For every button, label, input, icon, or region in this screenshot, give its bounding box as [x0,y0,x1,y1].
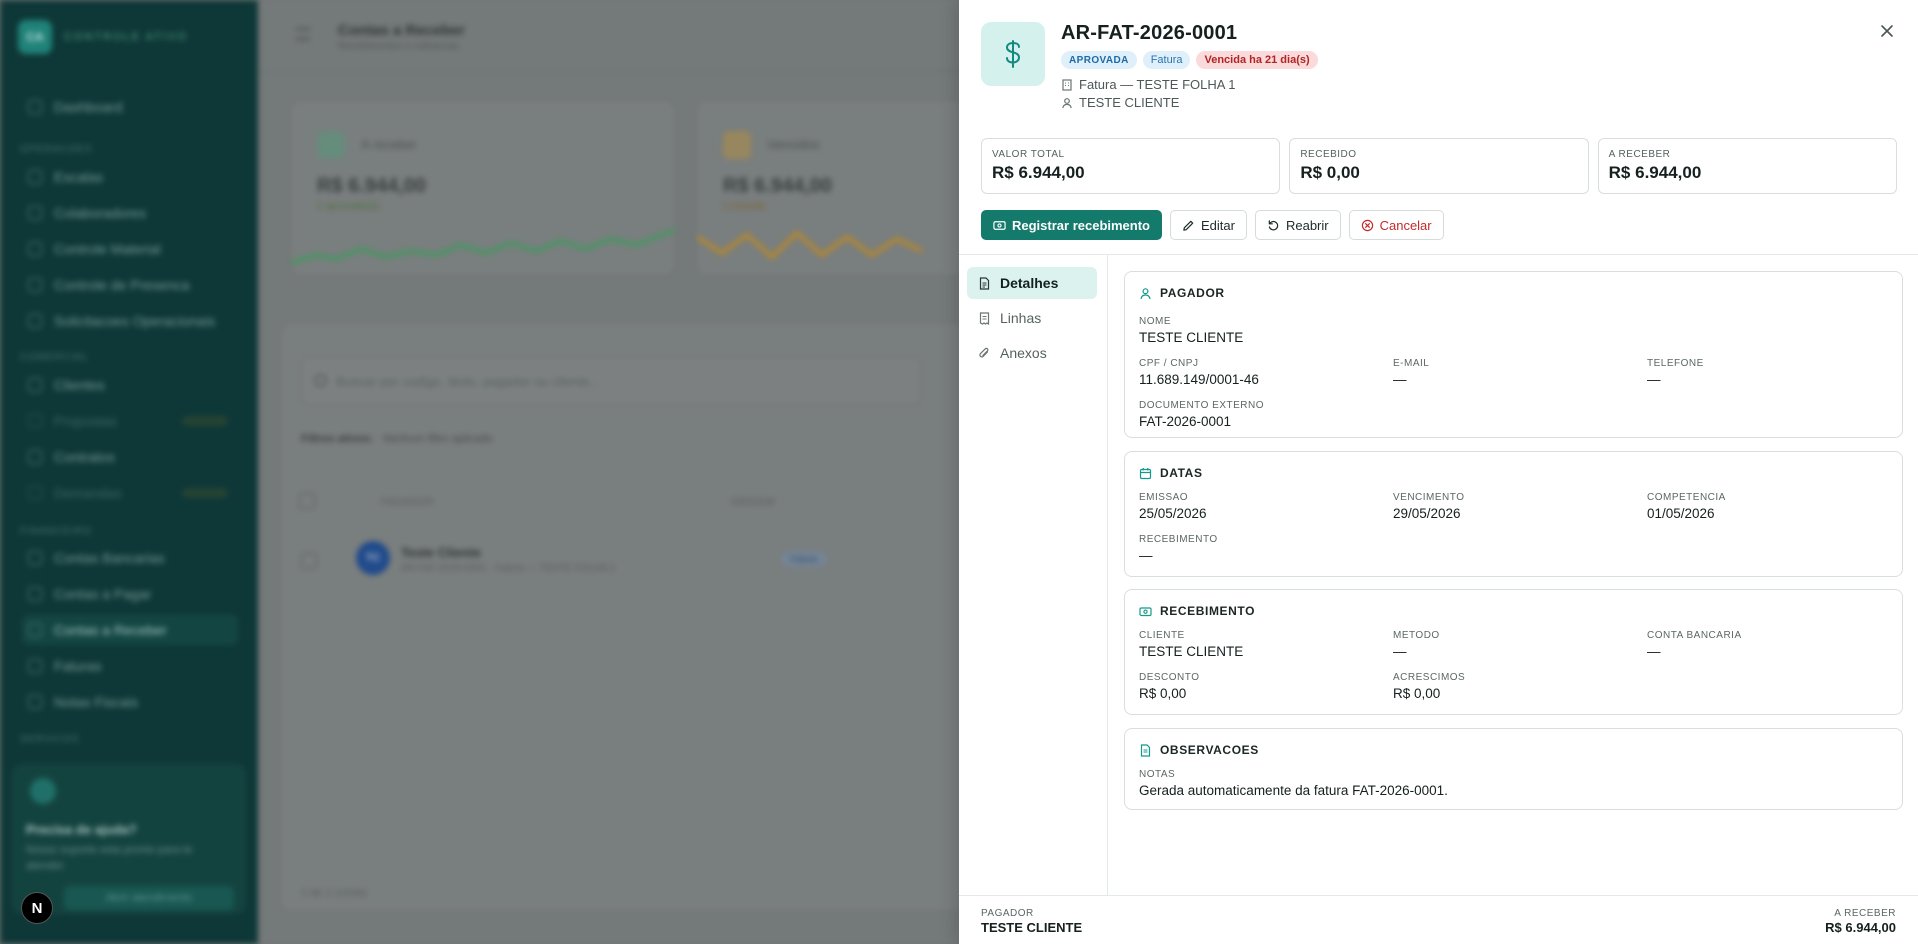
stat-total: VALOR TOTAL R$ 6.944,00 [981,138,1281,194]
calendar-icon [1139,467,1152,479]
section-title: PAGADOR [1139,286,1225,300]
source-line: Fatura — TESTE FOLHA 1 [1061,77,1236,92]
client-line: TESTE CLIENTE [1061,95,1179,110]
section-recebimento: RECEBIMENTO CLIENTE TESTE CLIENTE METODO… [1124,589,1903,715]
x-circle-icon [1361,219,1373,231]
receipt-icon [979,311,990,325]
tab-linhas[interactable]: Linhas [967,302,1097,334]
rotate-ccw-icon [1268,219,1279,230]
pencil-icon [1183,220,1194,231]
building-icon [1062,78,1072,91]
field-cliente: CLIENTE TESTE CLIENTE [1139,630,1244,659]
field-notas: NOTAS Gerada automaticamente da fatura F… [1139,769,1448,798]
field-telefone: TELEFONE — [1647,358,1704,387]
tab-list: Detalhes Linhas Anexos [959,255,1108,895]
tab-detalhes[interactable]: Detalhes [967,267,1097,299]
overdue-badge: Vencida ha 21 dia(s) [1196,51,1318,69]
client-text: TESTE CLIENTE [1079,95,1180,110]
register-receipt-button[interactable]: Registrar recebimento [981,210,1162,240]
field-metodo: METODO — [1393,630,1440,659]
amount-summary: VALOR TOTAL R$ 6.944,00 RECEBIDO R$ 0,00… [981,138,1897,194]
field-vencimento: VENCIMENTO 29/05/2026 [1393,492,1465,521]
section-datas: DATAS EMISSAO 25/05/2026 VENCIMENTO 29/0… [1124,451,1903,577]
user-icon [1140,287,1151,299]
field-desconto: DESCONTO R$ 0,00 [1139,672,1200,701]
tab-anexos[interactable]: Anexos [967,337,1097,369]
section-title: DATAS [1139,466,1203,480]
status-badges: APROVADA Fatura Vencida ha 21 dia(s) [1061,51,1318,69]
footer-a-receber: A RECEBER R$ 6.944,00 [1825,908,1896,935]
field-competencia: COMPETENCIA 01/05/2026 [1647,492,1726,521]
next-dev-badge[interactable]: N [21,892,53,924]
cash-icon [993,220,1006,230]
stat-received: RECEBIDO R$ 0,00 [1289,138,1589,194]
edit-button[interactable]: Editar [1170,210,1247,240]
section-title: OBSERVACOES [1139,743,1259,757]
dollar-icon [981,22,1045,86]
field-emissao: EMISSAO 25/05/2026 [1139,492,1207,521]
receivable-detail-drawer: AR-FAT-2026-0001 APROVADA Fatura Vencida… [959,0,1918,944]
field-conta-bancaria: CONTA BANCARIA — [1647,630,1742,659]
field-email: E-MAIL — [1393,358,1430,387]
footer-pagador: PAGADOR TESTE CLIENTE [981,908,1083,935]
cancel-button[interactable]: Cancelar [1348,210,1444,240]
note-icon [1140,743,1151,757]
stat-to-receive: A RECEBER R$ 6.944,00 [1597,138,1897,194]
field-nome: NOME TESTE CLIENTE [1139,316,1244,345]
field-cpf-cnpj: CPF / CNPJ 11.689.149/0001-46 [1139,358,1259,387]
action-bar: Registrar recebimento Editar Reabrir Can… [981,210,1444,240]
section-observacoes: OBSERVACOES NOTAS Gerada automaticamente… [1124,728,1903,810]
user-icon [1062,97,1072,108]
drawer-footer: PAGADOR TESTE CLIENTE A RECEBER R$ 6.944… [959,895,1918,944]
file-text-icon [979,276,990,290]
document-title: AR-FAT-2026-0001 [1061,22,1238,44]
field-recebimento-data: RECEBIMENTO — [1139,534,1218,563]
field-documento-externo: DOCUMENTO EXTERNO FAT-2026-0001 [1139,400,1264,429]
close-icon [1881,25,1893,37]
close-button[interactable] [1876,20,1898,42]
cash-icon [1139,606,1152,616]
type-badge: Fatura [1142,51,1191,69]
section-title: RECEBIMENTO [1139,604,1255,618]
paperclip-icon [979,347,989,357]
source-text: Fatura — TESTE FOLHA 1 [1079,77,1236,92]
status-badge: APROVADA [1061,51,1137,69]
reopen-button[interactable]: Reabrir [1254,210,1341,240]
field-acrescimos: ACRESCIMOS R$ 0,00 [1393,672,1466,701]
section-pagador: PAGADOR NOME TESTE CLIENTE CPF / CNPJ 11… [1124,271,1903,438]
